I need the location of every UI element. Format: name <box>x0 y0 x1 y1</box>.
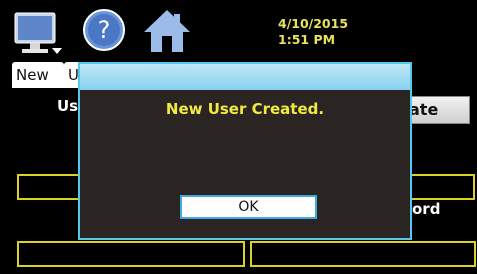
monitor-icon[interactable] <box>14 12 64 56</box>
datetime-display: 4/10/2015 1:51 PM <box>278 16 348 48</box>
password-field-right[interactable] <box>250 241 476 267</box>
svg-text:?: ? <box>98 16 111 44</box>
header-bar: ? 4/10/2015 1:51 PM <box>0 0 477 60</box>
dialog-titlebar[interactable] <box>80 64 410 90</box>
time-text: 1:51 PM <box>278 32 336 47</box>
ok-button[interactable]: OK <box>180 195 317 219</box>
date-text: 4/10/2015 <box>278 16 349 31</box>
help-icon[interactable]: ? <box>82 8 126 52</box>
home-icon[interactable] <box>142 8 192 54</box>
dialog-message: New User Created. <box>165 100 325 118</box>
message-dialog: New User Created. OK <box>78 62 412 240</box>
password-label: ord <box>412 200 441 218</box>
password-field-left[interactable] <box>17 241 245 267</box>
user-field[interactable] <box>17 174 83 200</box>
tab-new[interactable]: New <box>12 62 64 88</box>
